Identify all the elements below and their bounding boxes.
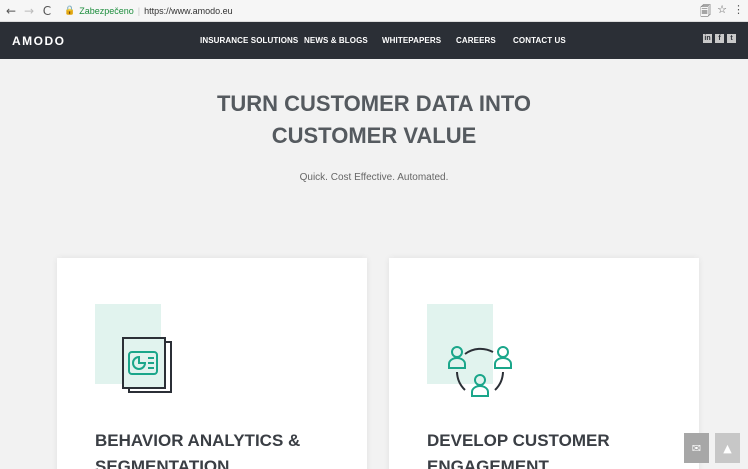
- hero-subtitle: Quick. Cost Effective. Automated.: [299, 172, 449, 183]
- reload-icon[interactable]: C: [40, 4, 54, 18]
- linkedin-icon[interactable]: in: [703, 34, 712, 43]
- translate-icon[interactable]: 🗐: [700, 3, 711, 22]
- card-title-line-2: ENGAGEMENT: [427, 457, 549, 469]
- feature-card-behavior-analytics[interactable]: BEHAVIOR ANALYTICS & SEGMENTATION: [57, 258, 367, 469]
- social-links: in f t: [703, 34, 736, 43]
- chevron-up-icon: ▲: [723, 441, 732, 455]
- browser-menu-icon[interactable]: ⋮: [733, 3, 744, 22]
- browser-actions: 🗐 ☆ ⋮: [700, 3, 744, 22]
- mail-icon: ✉: [691, 441, 702, 455]
- hero-title-line-2: CUSTOMER VALUE: [271, 123, 477, 148]
- contact-mail-button[interactable]: ✉: [684, 433, 709, 463]
- nav-careers[interactable]: CAREERS: [456, 36, 496, 45]
- address-separator: |: [137, 5, 141, 16]
- nav-insurance-solutions[interactable]: INSURANCE SOLUTIONS: [200, 36, 298, 45]
- back-arrow-icon[interactable]: ←: [4, 4, 18, 18]
- twitter-icon[interactable]: t: [727, 34, 736, 43]
- card-title-line-1: BEHAVIOR ANALYTICS &: [95, 431, 301, 450]
- customer-network-icon: [448, 346, 512, 397]
- browser-toolbar: ← → C 🔒 Zabezpečeno | https://www.amodo.…: [0, 0, 748, 22]
- address-bar[interactable]: 🔒 Zabezpečeno | https://www.amodo.eu: [64, 6, 233, 16]
- feature-card-customer-engagement[interactable]: DEVELOP CUSTOMER ENGAGEMENT: [389, 258, 699, 469]
- forward-arrow-icon[interactable]: →: [22, 4, 36, 18]
- hero-title: TURN CUSTOMER DATA INTO CUSTOMER VALUE: [0, 88, 748, 152]
- card-title-line-1: DEVELOP CUSTOMER: [427, 431, 610, 450]
- scroll-to-top-button[interactable]: ▲: [715, 433, 740, 463]
- url-text[interactable]: https://www.amodo.eu: [144, 6, 233, 16]
- nav-contact-us[interactable]: CONTACT US: [513, 36, 566, 45]
- analytics-report-icon: [122, 337, 172, 393]
- facebook-icon[interactable]: f: [715, 34, 724, 43]
- nav-whitepapers[interactable]: WHITEPAPERS: [382, 36, 441, 45]
- site-logo[interactable]: AMODO: [12, 34, 66, 48]
- hero-title-line-1: TURN CUSTOMER DATA INTO: [216, 91, 532, 116]
- nav-news-blogs[interactable]: NEWS & BLOGS: [304, 36, 368, 45]
- site-header: AMODO INSURANCE SOLUTIONS NEWS & BLOGS W…: [0, 22, 748, 59]
- card-title-line-2: SEGMENTATION: [95, 457, 230, 469]
- card-title: BEHAVIOR ANALYTICS & SEGMENTATION: [95, 428, 300, 469]
- card-title: DEVELOP CUSTOMER ENGAGEMENT: [427, 428, 610, 469]
- secure-label: Zabezpečeno: [79, 5, 134, 16]
- bookmark-star-icon[interactable]: ☆: [717, 3, 727, 22]
- lock-icon: 🔒: [64, 5, 76, 16]
